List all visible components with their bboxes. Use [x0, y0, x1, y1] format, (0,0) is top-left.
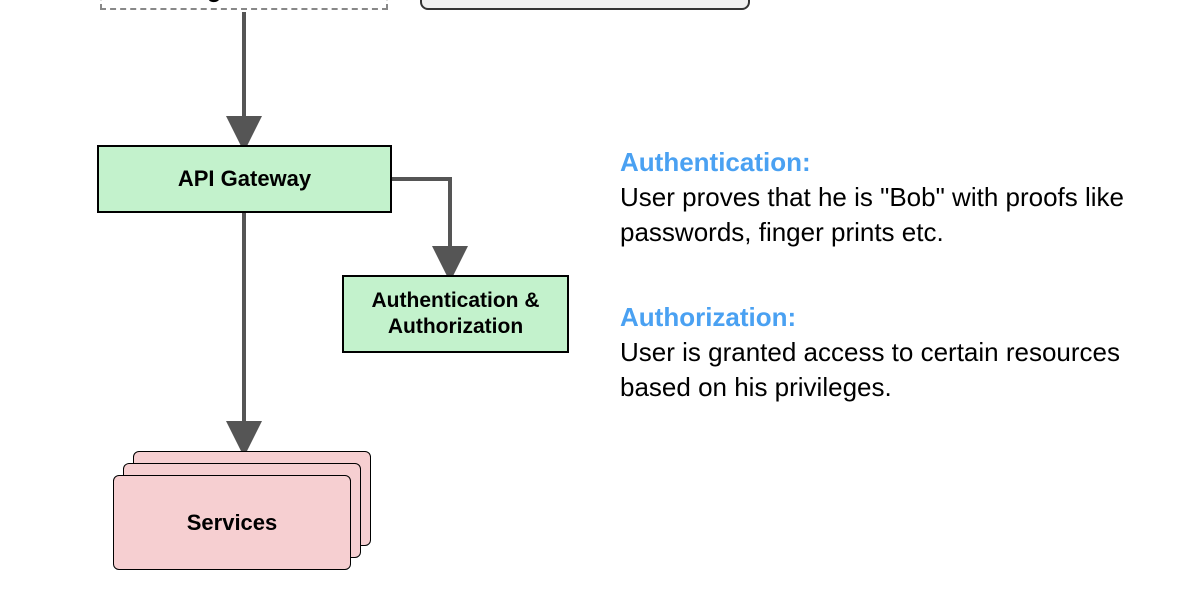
authz-paragraph: Authorization: User is granted access to… — [620, 300, 1150, 405]
auth-line1: Authentication & — [372, 288, 540, 314]
auth-line2: Authorization — [372, 314, 540, 340]
authn-term: Authentication — [620, 147, 802, 177]
services-card-front: Services — [113, 475, 351, 570]
api-gateway-node: API Gateway — [97, 145, 392, 213]
services-label: Services — [187, 510, 278, 536]
authn-body: User proves that he is "Bob" with proofs… — [620, 182, 1124, 247]
authz-body: User is granted access to certain resour… — [620, 337, 1120, 402]
auth-node: Authentication & Authorization — [342, 275, 569, 353]
api-gateway-label: API Gateway — [178, 166, 311, 192]
authz-term: Authorization — [620, 302, 788, 332]
services-stack: Services — [113, 463, 371, 583]
top-gray-box — [420, 0, 750, 10]
checkmark-icon: ✔ — [200, 0, 246, 19]
annotations-block: Authentication: User proves that he is "… — [620, 145, 1150, 456]
authn-paragraph: Authentication: User proves that he is "… — [620, 145, 1150, 250]
